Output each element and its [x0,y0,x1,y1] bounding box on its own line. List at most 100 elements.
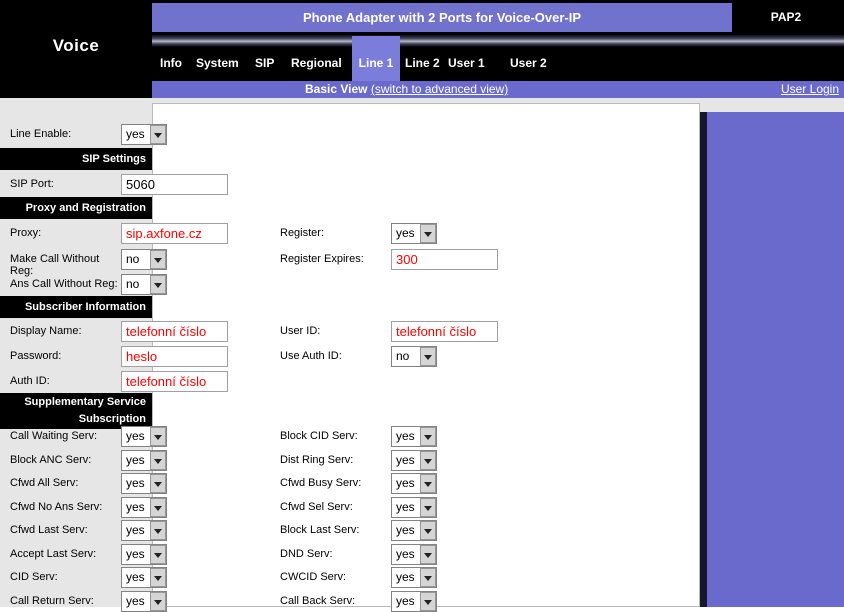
dropdown-arrow-icon [150,521,166,540]
call-back-serv-label: Call Back Serv: [280,595,390,607]
form-row: Cfwd No Ans Serv: yes Cfwd Sel Serv: yes [10,497,540,518]
form-row: Accept Last Serv: yes DND Serv: yes [10,544,540,565]
ans-call-without-reg-select[interactable]: no [121,274,167,295]
tab-line1-active[interactable]: Line 1 [352,36,400,81]
sip-port-label: SIP Port: [10,178,120,190]
line-enable-select[interactable]: yes [121,124,167,145]
view-mode-label: Basic View [305,82,367,96]
tab-system[interactable]: System [196,56,239,70]
accept-last-serv-select[interactable]: yes [121,544,167,565]
cfwd-sel-serv-select[interactable]: yes [391,497,437,518]
block-last-serv-select[interactable]: yes [391,520,437,541]
cfwd-busy-serv-select[interactable]: yes [391,473,437,494]
tab-regional[interactable]: Regional [291,56,342,70]
cfwd-busy-serv-label: Cfwd Busy Serv: [280,477,390,489]
dropdown-arrow-icon [150,275,166,294]
dropdown-arrow-icon [420,224,436,243]
dropdown-arrow-icon [150,568,166,587]
cfwd-no-ans-serv-label: Cfwd No Ans Serv: [10,501,120,513]
display-name-label: Display Name: [10,325,120,337]
tab-user2[interactable]: User 2 [510,56,547,70]
use-auth-id-select[interactable]: no [391,346,437,367]
block-anc-serv-select[interactable]: yes [121,450,167,471]
form-row: Ans Call Without Reg: no [10,274,540,295]
call-waiting-serv-select[interactable]: yes [121,426,167,447]
view-mode-bar: Basic View (switch to advanced view) Use… [152,81,844,98]
call-waiting-serv-label: Call Waiting Serv: [10,430,120,442]
dropdown-arrow-icon [420,521,436,540]
section-label-subscriber-information: Subscriber Information [0,296,152,318]
header-left-panel: Voice [0,0,152,98]
cid-serv-select[interactable]: yes [121,567,167,588]
dnd-serv-select[interactable]: yes [391,544,437,565]
register-label: Register: [280,227,390,239]
section-label-sip-settings: SIP Settings [0,148,152,170]
form-row: SIP Port: [10,174,540,195]
ans-call-without-reg-label: Ans Call Without Reg: [10,278,120,290]
sip-port-input[interactable] [121,174,228,195]
auth-id-label: Auth ID: [10,375,120,387]
display-name-input[interactable] [121,321,228,342]
cwcid-serv-select[interactable]: yes [391,567,437,588]
tab-user1[interactable]: User 1 [448,56,485,70]
tab-strip: Info System SIP Regional Line 1 Line 2 U… [152,33,844,81]
cid-serv-label: CID Serv: [10,571,120,583]
password-label: Password: [10,350,120,362]
section-label-proxy-registration: Proxy and Registration [0,197,152,219]
pap2-admin-page: Voice Phone Adapter with 2 Ports for Voi… [0,0,844,607]
dropdown-arrow-icon [420,427,436,446]
view-mode-text: Basic View (switch to advanced view) [305,82,508,96]
user-id-input[interactable] [391,321,498,342]
panel-divider [700,112,707,607]
user-login-link[interactable]: User Login [781,82,839,96]
proxy-label: Proxy: [10,227,120,239]
cfwd-all-serv-select[interactable]: yes [121,473,167,494]
cwcid-serv-label: CWCID Serv: [280,571,390,583]
tab-sip[interactable]: SIP [255,56,274,70]
cfwd-sel-serv-label: Cfwd Sel Serv: [280,501,390,513]
form-row: Line Enable: yes [10,124,540,145]
form-row: Cfwd All Serv: yes Cfwd Busy Serv: yes [10,473,540,494]
register-expires-input[interactable] [391,249,498,270]
block-anc-serv-label: Block ANC Serv: [10,454,120,466]
dropdown-arrow-icon [150,125,166,144]
cfwd-last-serv-select[interactable]: yes [121,520,167,541]
dist-ring-serv-label: Dist Ring Serv: [280,454,390,466]
call-back-serv-select[interactable]: yes [391,591,437,612]
dropdown-arrow-icon [150,250,166,269]
form-row: Cfwd Last Serv: yes Block Last Serv: yes [10,520,540,541]
form-row: Proxy: Register: yes [10,223,540,244]
dnd-serv-label: DND Serv: [280,548,390,560]
dropdown-arrow-icon [150,592,166,611]
register-select[interactable]: yes [391,223,437,244]
model-badge: PAP2 [732,3,840,32]
form-row: Call Return Serv: yes Call Back Serv: ye… [10,591,540,612]
accept-last-serv-label: Accept Last Serv: [10,548,120,560]
form-row: Block ANC Serv: yes Dist Ring Serv: yes [10,450,540,471]
cfwd-all-serv-label: Cfwd All Serv: [10,477,120,489]
cfwd-last-serv-label: Cfwd Last Serv: [10,524,120,536]
auth-id-input[interactable] [121,371,228,392]
cfwd-no-ans-serv-select[interactable]: yes [121,497,167,518]
call-return-serv-select[interactable]: yes [121,591,167,612]
form-row: Call Waiting Serv: yes Block CID Serv: y… [10,426,540,447]
right-accent-panel [707,112,844,607]
use-auth-id-label: Use Auth ID: [280,350,390,362]
dist-ring-serv-select[interactable]: yes [391,450,437,471]
switch-view-link[interactable]: (switch to advanced view) [371,82,508,96]
password-input[interactable] [121,346,228,367]
brand-title: Voice [0,36,152,56]
block-last-serv-label: Block Last Serv: [280,524,390,536]
tab-info[interactable]: Info [160,56,182,70]
dropdown-arrow-icon [420,474,436,493]
dropdown-arrow-icon [420,545,436,564]
block-cid-serv-label: Block CID Serv: [280,430,390,442]
block-cid-serv-select[interactable]: yes [391,426,437,447]
line-enable-label: Line Enable: [10,128,120,140]
tab-line2[interactable]: Line 2 [405,56,440,70]
proxy-input[interactable] [121,223,228,244]
dropdown-arrow-icon [150,474,166,493]
form-row: Make Call Without Reg: no Register Expir… [10,249,540,270]
dropdown-arrow-icon [150,451,166,470]
make-call-without-reg-select[interactable]: no [121,249,167,270]
